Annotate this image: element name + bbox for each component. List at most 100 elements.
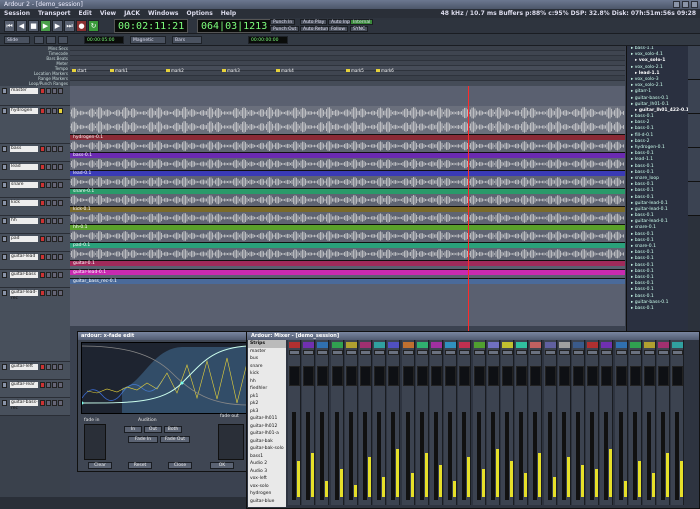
track-select-icon[interactable]: [2, 364, 7, 370]
gain-fader[interactable]: [476, 412, 481, 500]
menu-jack[interactable]: JACK: [124, 9, 140, 18]
track-name[interactable]: guitar-rear: [10, 382, 38, 388]
track-select-icon[interactable]: [2, 290, 7, 296]
input-button[interactable]: [658, 350, 670, 355]
solo-button[interactable]: [52, 364, 57, 370]
gain-fader[interactable]: [405, 412, 410, 500]
mixer-strip[interactable]: [458, 340, 472, 505]
clear-button[interactable]: Clear: [88, 462, 112, 469]
gain-fader[interactable]: [647, 412, 651, 500]
playlist-button[interactable]: [58, 382, 63, 388]
master-lane[interactable]: [70, 86, 625, 106]
gain-fader[interactable]: [448, 412, 453, 500]
mixer-strip[interactable]: [657, 340, 671, 505]
zoom-clock[interactable]: 00:00:00:00: [248, 36, 288, 44]
strips-list-item[interactable]: guitar-bak-solo: [248, 445, 286, 453]
strip-name-button[interactable]: [573, 342, 584, 348]
track-header[interactable]: kick: [0, 198, 70, 216]
mixer-strip[interactable]: [628, 340, 642, 505]
region-bar[interactable]: guitar-0.1: [70, 260, 625, 266]
mixer-strip[interactable]: [288, 340, 301, 505]
input-button[interactable]: [502, 350, 513, 355]
inserts-box[interactable]: [530, 366, 542, 386]
region-bar[interactable]: guitar_bass_rec-0.1: [70, 278, 625, 284]
strip-name-button[interactable]: [644, 342, 655, 348]
input-button[interactable]: [558, 350, 570, 355]
location-marker[interactable]: mark3: [222, 68, 240, 73]
mute-button[interactable]: [46, 200, 51, 206]
strips-list-item[interactable]: vox-solo: [248, 483, 286, 491]
strips-list-item[interactable]: vox-left: [248, 475, 286, 483]
track-select-icon[interactable]: [2, 164, 7, 170]
strip-name-button[interactable]: [615, 342, 627, 348]
record-arm-button[interactable]: [40, 218, 45, 224]
record-arm-button[interactable]: [40, 400, 45, 406]
playlist-button[interactable]: [58, 182, 63, 188]
tab-snapshots[interactable]: [688, 114, 700, 148]
mixer-strip[interactable]: [600, 340, 614, 505]
mixer-strip[interactable]: [344, 340, 358, 505]
tool-grab-button[interactable]: [34, 36, 44, 44]
strips-list-item[interactable]: Audio 3: [248, 468, 286, 476]
track-select-icon[interactable]: [2, 236, 7, 242]
strips-list-item[interactable]: hydrogen: [248, 490, 286, 498]
solo-button[interactable]: [52, 254, 57, 260]
inserts-box[interactable]: [459, 366, 471, 386]
strip-name-button[interactable]: [530, 342, 542, 348]
inserts-box[interactable]: [445, 366, 457, 386]
record-button[interactable]: ●: [76, 20, 87, 32]
gain-fader[interactable]: [590, 412, 595, 500]
input-button[interactable]: [629, 350, 641, 355]
strips-list-item[interactable]: bus: [248, 355, 286, 363]
menu-session[interactable]: Session: [4, 9, 30, 18]
gain-fader[interactable]: [377, 412, 382, 500]
playlist-button[interactable]: [58, 272, 63, 278]
track-header[interactable]: pad: [0, 234, 70, 252]
mixer-strip[interactable]: [316, 340, 330, 505]
track-name[interactable]: guitar-bass-rec: [10, 400, 38, 411]
track-name[interactable]: pad: [10, 236, 38, 242]
gain-fader[interactable]: [533, 412, 538, 500]
track-header[interactable]: guitar-lead: [0, 252, 70, 270]
record-arm-button[interactable]: [40, 290, 45, 296]
waveform[interactable]: [70, 120, 625, 134]
record-arm-button[interactable]: [40, 236, 45, 242]
input-button[interactable]: [289, 350, 300, 355]
mixer-strip[interactable]: [444, 340, 458, 505]
strip-name-button[interactable]: [502, 342, 513, 348]
inserts-box[interactable]: [473, 366, 485, 386]
playlist-button[interactable]: [58, 200, 63, 206]
strips-list-item[interactable]: Audio 2: [248, 460, 286, 468]
strip-name-button[interactable]: [331, 342, 343, 348]
punch-in-toggle[interactable]: Punch In: [270, 19, 296, 25]
solo-button[interactable]: [52, 236, 57, 242]
inserts-box[interactable]: [487, 366, 499, 386]
input-button[interactable]: [487, 350, 499, 355]
menu-view[interactable]: View: [100, 9, 116, 18]
inserts-box[interactable]: [629, 366, 641, 386]
playlist-button[interactable]: [58, 88, 63, 94]
gain-fader[interactable]: [334, 412, 339, 500]
input-button[interactable]: [473, 350, 485, 355]
gain-fader[interactable]: [462, 412, 467, 500]
input-button[interactable]: [388, 350, 400, 355]
strip-name-button[interactable]: [431, 342, 442, 348]
mute-button[interactable]: [46, 182, 51, 188]
gain-fader[interactable]: [675, 412, 680, 500]
solo-button[interactable]: [52, 108, 57, 114]
primary-clock[interactable]: 00:02:11:21: [114, 19, 189, 33]
close-icon[interactable]: [691, 1, 698, 8]
track-select-icon[interactable]: [2, 146, 7, 152]
track-select-icon[interactable]: [2, 400, 7, 406]
input-button[interactable]: [345, 350, 357, 355]
playlist-button[interactable]: [58, 364, 63, 370]
tab-edit-groups[interactable]: [688, 148, 700, 182]
input-button[interactable]: [516, 350, 528, 355]
auto-play-toggle[interactable]: Auto Play: [300, 19, 328, 25]
strips-list-item[interactable]: guitar-lh01-a: [248, 430, 286, 438]
inserts-box[interactable]: [360, 366, 371, 386]
waveform[interactable]: [70, 158, 625, 170]
track-name[interactable]: guitar-bass: [10, 272, 38, 278]
track-header[interactable]: lead: [0, 162, 70, 180]
window-title-bar[interactable]: Ardour 2 - [demo_session]: [0, 0, 700, 9]
